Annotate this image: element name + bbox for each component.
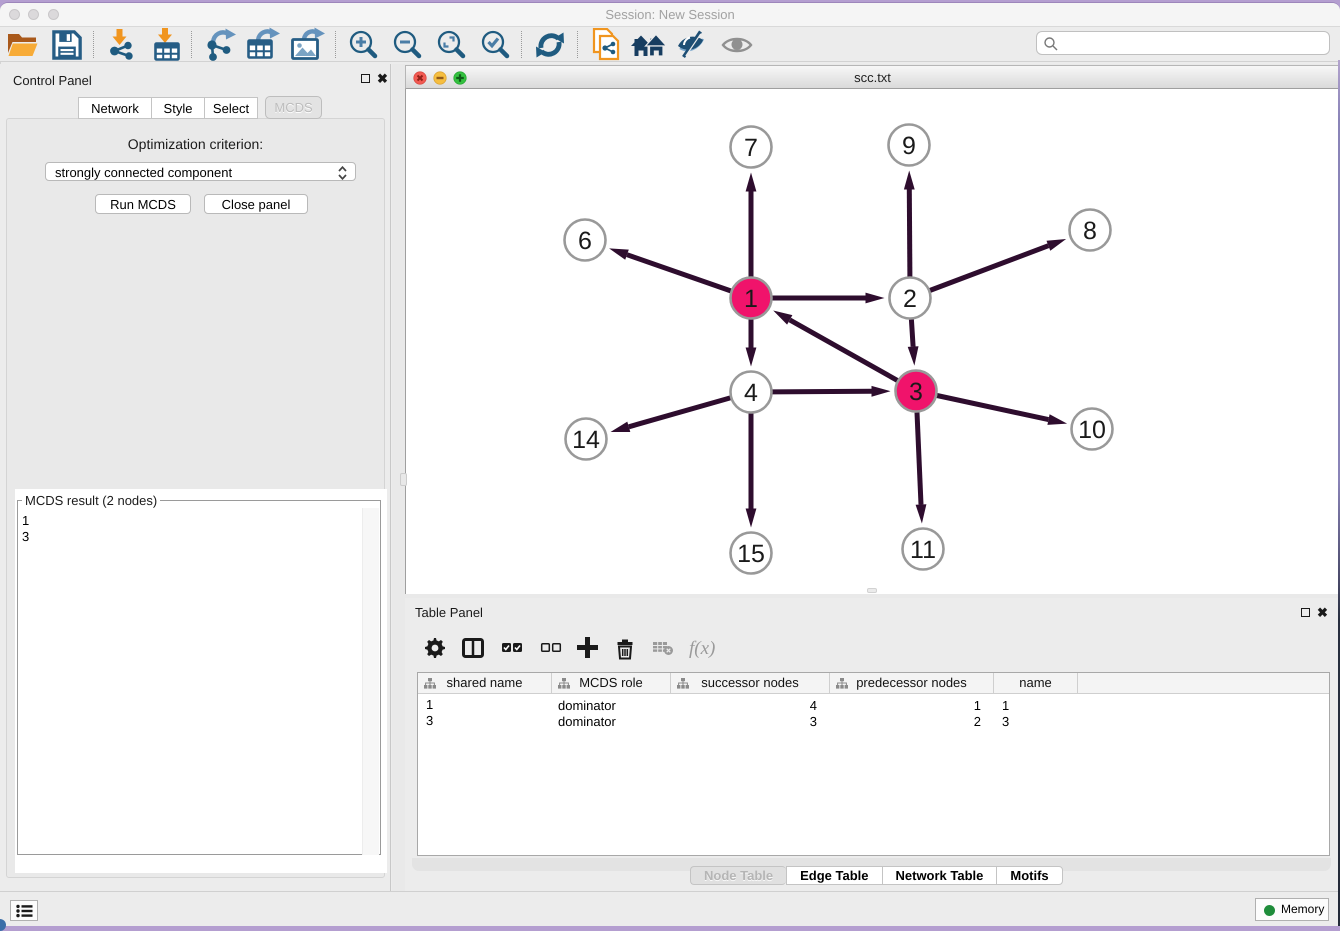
svg-text:9: 9 [902, 132, 916, 160]
svg-text:11: 11 [910, 536, 936, 564]
svg-text:f(x): f(x) [689, 638, 715, 659]
svg-text:10: 10 [1078, 416, 1106, 444]
svg-text:7: 7 [744, 134, 758, 162]
svg-text:14: 14 [572, 426, 600, 454]
svg-text:4: 4 [744, 379, 758, 407]
svg-text:1: 1 [744, 285, 758, 313]
svg-text:2: 2 [903, 285, 917, 313]
svg-text:15: 15 [737, 540, 765, 568]
svg-text:8: 8 [1083, 217, 1097, 245]
svg-text:6: 6 [578, 227, 592, 255]
svg-text:3: 3 [909, 378, 923, 406]
